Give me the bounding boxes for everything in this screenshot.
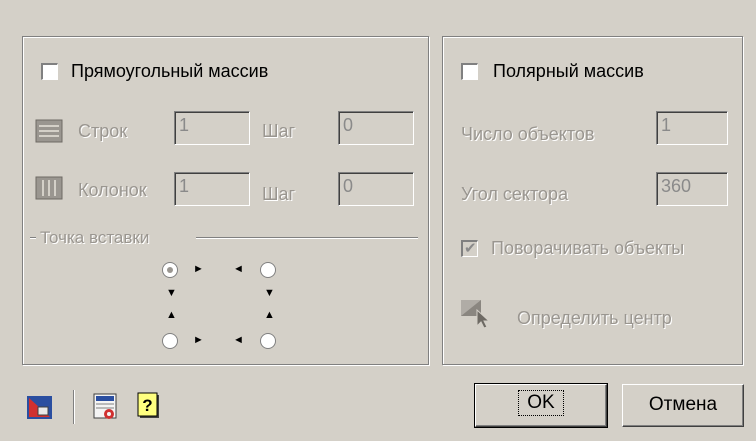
arrow-up-icon: ▲ bbox=[166, 309, 177, 321]
rect-array-checkbox[interactable] bbox=[41, 63, 58, 80]
insert-point-bottom-left-radio[interactable] bbox=[162, 333, 178, 349]
checkmark-icon: ✔ bbox=[464, 240, 477, 257]
cols-input[interactable]: 1 bbox=[174, 172, 250, 206]
arrow-up-icon: ▲ bbox=[264, 309, 275, 321]
insert-point-top-left-radio[interactable] bbox=[162, 262, 178, 278]
sector-angle-input[interactable]: 360 bbox=[656, 172, 728, 206]
arrow-right-icon: ► bbox=[193, 334, 204, 346]
gost-table-icon[interactable] bbox=[92, 392, 120, 422]
rect-array-label: Прямоугольный массив bbox=[71, 61, 269, 81]
ok-button-label: OK bbox=[518, 390, 564, 416]
row-step-label: Шаг bbox=[262, 121, 296, 141]
rows-icon bbox=[35, 119, 63, 143]
sector-angle-label: Угол сектора bbox=[461, 184, 569, 204]
columns-icon bbox=[35, 176, 63, 200]
help-icon[interactable]: ? bbox=[137, 392, 163, 422]
col-step-input[interactable]: 0 bbox=[338, 172, 414, 206]
insert-point-divider-right bbox=[196, 237, 418, 239]
define-center-icon[interactable] bbox=[459, 298, 493, 330]
arrow-right-icon: ► bbox=[193, 263, 204, 275]
ok-button[interactable]: OK bbox=[474, 383, 608, 428]
col-step-label: Шаг bbox=[262, 184, 296, 204]
insert-point-divider-left bbox=[30, 237, 36, 239]
object-count-label: Число объектов bbox=[461, 124, 595, 144]
footer-separator bbox=[73, 390, 75, 424]
polar-array-label: Полярный массив bbox=[493, 61, 644, 81]
cancel-button-label: Отмена bbox=[648, 394, 718, 415]
arrow-left-icon: ◄ bbox=[233, 263, 244, 275]
insert-point-bottom-right-radio[interactable] bbox=[260, 333, 276, 349]
rotate-objects-label: Поворачивать объекты bbox=[491, 238, 685, 258]
object-count-input[interactable]: 1 bbox=[656, 111, 728, 145]
insert-point-top-right-radio[interactable] bbox=[260, 262, 276, 278]
rotate-objects-checkbox[interactable]: ✔ bbox=[461, 240, 478, 257]
arrow-down-icon: ▼ bbox=[264, 287, 275, 299]
row-step-input[interactable]: 0 bbox=[338, 111, 414, 145]
insert-point-label: Точка вставки bbox=[40, 228, 150, 247]
svg-text:?: ? bbox=[142, 396, 152, 415]
arrow-left-icon: ◄ bbox=[233, 334, 244, 346]
define-center-label[interactable]: Определить центр bbox=[517, 308, 672, 329]
rows-input[interactable]: 1 bbox=[174, 111, 250, 145]
cancel-button[interactable]: Отмена bbox=[622, 384, 744, 427]
cols-label: Колонок bbox=[78, 180, 147, 200]
array-tool-icon[interactable] bbox=[26, 393, 54, 421]
arrow-down-icon: ▼ bbox=[166, 287, 177, 299]
polar-array-checkbox[interactable] bbox=[461, 63, 478, 80]
rows-label: Строк bbox=[78, 121, 128, 141]
